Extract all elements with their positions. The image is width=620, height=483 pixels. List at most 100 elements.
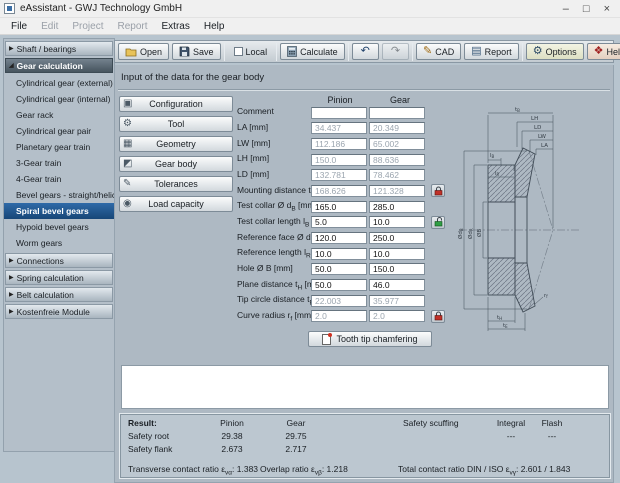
field-label: Reference face Ø dR [mm] [237,232,311,245]
reference-face-diameter-pinion-input[interactable] [311,232,367,244]
calculate-button[interactable]: Calculate [280,43,345,60]
mounting-distance-lock-button[interactable] [431,184,445,197]
cad-button[interactable]: ✎ CAD [416,43,461,60]
chevron-right-icon: ▶ [9,274,14,281]
sidebar-item-hypoid-bevel-gears[interactable]: Hypoid bevel gears [4,219,114,235]
sidebar: ▶Shaft / bearings ◢Gear calculation Cyli… [3,38,115,452]
curve-radius-pinion-value [311,310,367,322]
sidebar-item-cylindrical-gear-external[interactable]: Cylindrical gear (external) [4,75,114,91]
geometry-button[interactable]: ▦Geometry [119,136,233,152]
menu-edit: Edit [34,19,65,34]
chevron-right-icon: ▶ [9,257,14,264]
tooth-tip-chamfering-button[interactable]: Tooth tip chamfering [308,331,432,347]
sidebar-item-cylindrical-gear-internal[interactable]: Cylindrical gear (internal) [4,91,114,107]
window-title: eAssistant - GWJ Technology GmbH [20,3,182,14]
field-label: LH [mm] [237,153,311,166]
hole-diameter-gear-input[interactable] [369,263,425,275]
menu-help[interactable]: Help [197,19,232,34]
safety-scuffing-header: Safety scuffing [403,418,459,428]
total-contact-ratio: Total contact ratio DIN / ISO εvγ: 2.601… [398,464,570,477]
lh-pinion-value [311,154,367,166]
save-button[interactable]: Save [172,43,221,60]
titlebar: eAssistant - GWJ Technology GmbH – □ × [0,0,620,18]
transverse-contact-ratio: Transverse contact ratio εvα: 1.383 [128,464,258,477]
local-checkbox[interactable] [234,47,243,56]
gear-body-button[interactable]: ◩Gear body [119,156,233,172]
lw-pinion-value [311,138,367,150]
maximize-button[interactable]: □ [583,1,590,17]
svg-text:LH: LH [531,116,538,122]
ld-pinion-value [311,169,367,181]
options-gear-icon: ⚙ [533,46,543,57]
sidebar-item-spiral-bevel-gears[interactable]: Spiral bevel gears [4,203,114,219]
sidebar-item-cylindrical-gear-pair[interactable]: Cylindrical gear pair [4,123,114,139]
configuration-button[interactable]: ▣Configuration [119,96,233,112]
flash-header: Flash [524,418,580,428]
field-label: Test collar Ø dB [mm] [237,200,311,213]
la-pinion-value [311,122,367,134]
sidebar-item-worm-gears[interactable]: Worm gears [4,235,114,251]
sidebar-section-kostenfreie-module[interactable]: ▶Kostenfreie Module [5,304,113,319]
sidebar-section-gear-calculation[interactable]: ◢Gear calculation [5,58,113,73]
tolerances-button[interactable]: ✎Tolerances [119,176,233,192]
menubar: File Edit Project Report Extras Help [0,18,620,35]
redo-icon: ↷ [391,46,400,57]
sidebar-item-4-gear-train[interactable]: 4-Gear train [4,171,114,187]
plane-distance-gear-input[interactable] [369,279,425,291]
la-gear-value [369,122,425,134]
reference-length-gear-input[interactable] [369,248,425,260]
toolbar-separator [348,43,349,61]
sidebar-item-3-gear-train[interactable]: 3-Gear train [4,155,114,171]
menu-file[interactable]: File [4,19,34,34]
mounting-distance-gear-value [369,185,425,197]
redo-button: ↷ [382,43,409,60]
tool-button[interactable]: ⚙Tool [119,116,233,132]
lh-gear-value [369,154,425,166]
svg-text:ØB: ØB [476,229,483,237]
menu-extras[interactable]: Extras [155,19,197,34]
undo-button[interactable]: ↶ [352,43,379,60]
load-capacity-button[interactable]: ◉Load capacity [119,196,233,212]
reference-length-pinion-input[interactable] [311,248,367,260]
hole-diameter-pinion-input[interactable] [311,263,367,275]
sidebar-section-shaft-bearings[interactable]: ▶Shaft / bearings [5,41,113,56]
test-collar-diameter-gear-input[interactable] [369,201,425,213]
sidebar-item-gear-rack[interactable]: Gear rack [4,107,114,123]
sidebar-item-bevel-gears-straight-helical[interactable]: Bevel gears - straight/helical [4,187,114,203]
test-collar-diameter-pinion-input[interactable] [311,201,367,213]
open-button[interactable]: Open [118,43,169,60]
minimize-button[interactable]: – [563,1,569,17]
divider [118,89,610,91]
tip-circle-distance-gear-value [369,295,425,307]
field-label: Hole Ø B [mm] [237,263,311,276]
open-folder-icon [125,47,137,57]
menu-report: Report [110,19,154,34]
results-panel: Result: Pinion Gear Safety scuffing Inte… [119,413,611,479]
toolbar-separator [522,43,523,61]
test-collar-length-lock-button[interactable] [431,216,445,229]
svg-text:ØdR: ØdR [467,228,474,239]
menu-project: Project [65,19,110,34]
reference-face-diameter-gear-input[interactable] [369,232,425,244]
report-button[interactable]: ▤ Report [464,43,518,60]
test-collar-length-pinion-input[interactable] [311,216,367,228]
sidebar-section-belt-calculation[interactable]: ▶Belt calculation [5,287,113,302]
field-label: Test collar length lB [mm] [237,216,311,229]
curve-radius-lock-button[interactable] [431,310,445,323]
options-button[interactable]: ⚙ Options [526,43,584,60]
content-panel: Input of the data for the gear body ▣Con… [114,65,614,483]
comment-pinion-input[interactable] [311,107,367,119]
chevron-expanded-icon: ◢ [9,62,14,69]
test-collar-length-gear-input[interactable] [369,216,425,228]
help-button[interactable]: ❖ Help [587,43,620,60]
plane-distance-pinion-input[interactable] [311,279,367,291]
report-document-icon: ▤ [471,46,481,57]
toolbar-separator [224,43,225,61]
comment-gear-input[interactable] [369,107,425,119]
svg-text:rf: rf [544,293,548,299]
sidebar-section-connections[interactable]: ▶Connections [5,253,113,268]
sidebar-section-spring-calculation[interactable]: ▶Spring calculation [5,270,113,285]
close-button[interactable]: × [604,1,610,17]
svg-text:tH: tH [497,315,502,321]
sidebar-item-planetary-gear-train[interactable]: Planetary gear train [4,139,114,155]
